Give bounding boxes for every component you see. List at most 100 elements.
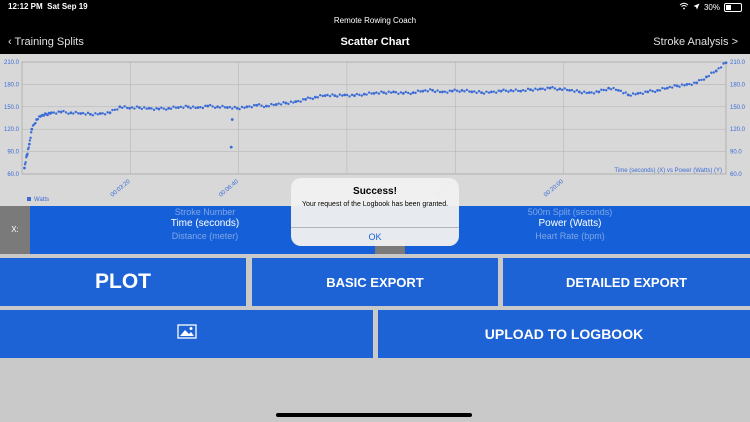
data-point	[328, 94, 332, 98]
data-point	[558, 87, 562, 91]
data-point	[274, 103, 278, 106]
data-point	[688, 82, 691, 86]
data-point	[370, 92, 373, 95]
data-point	[639, 91, 642, 95]
data-point	[143, 106, 146, 109]
data-point	[216, 105, 219, 109]
data-point	[277, 102, 280, 105]
y-tick-label-right: 150.0	[730, 105, 746, 111]
dialog-ok-button[interactable]: OK	[291, 227, 459, 246]
data-point	[121, 106, 124, 109]
chevron-right-icon: >	[731, 36, 738, 48]
data-point	[475, 91, 478, 95]
y-tick-label: 150.0	[4, 105, 20, 111]
data-point	[150, 107, 153, 110]
data-point	[685, 83, 689, 86]
data-point	[267, 105, 271, 108]
data-point	[595, 90, 598, 93]
data-point	[548, 86, 552, 90]
data-point	[287, 102, 290, 106]
home-indicator	[276, 413, 472, 417]
data-point	[309, 97, 312, 100]
data-point	[690, 83, 693, 87]
data-point	[590, 91, 593, 94]
data-point	[570, 88, 574, 92]
data-point	[409, 92, 412, 96]
data-point	[24, 161, 27, 164]
basic-export-button[interactable]: BASIC EXPORT	[252, 258, 498, 306]
data-point	[350, 93, 354, 97]
data-point	[487, 91, 491, 94]
data-point	[707, 74, 711, 78]
data-point	[177, 106, 180, 109]
data-point	[96, 113, 99, 116]
data-point	[629, 94, 632, 97]
data-point	[585, 91, 588, 95]
data-point	[495, 91, 498, 94]
data-point	[336, 95, 339, 98]
detailed-export-button[interactable]: DETAILED EXPORT	[503, 258, 750, 306]
data-point	[255, 103, 259, 107]
data-point	[29, 136, 32, 140]
data-point	[306, 96, 310, 99]
data-point	[372, 91, 376, 95]
y-tick-label: 120.0	[4, 127, 20, 133]
data-point	[353, 94, 356, 97]
data-point	[231, 107, 234, 110]
data-point	[663, 87, 667, 90]
data-point	[631, 92, 635, 95]
data-point	[228, 105, 231, 109]
data-point	[607, 86, 611, 90]
data-point	[49, 111, 53, 115]
data-point	[480, 91, 483, 95]
data-point	[401, 91, 405, 95]
data-point	[448, 89, 451, 92]
data-point	[514, 88, 517, 91]
data-point	[301, 98, 305, 101]
data-point	[453, 88, 456, 91]
upload-logbook-button[interactable]: UPLOAD TO LOGBOOK	[378, 310, 750, 358]
forward-button[interactable]: Stroke Analysis >	[653, 36, 738, 48]
data-point	[243, 106, 246, 109]
data-point	[568, 88, 571, 92]
data-point	[492, 90, 495, 93]
data-point	[279, 103, 283, 106]
status-right: 30%	[679, 2, 742, 12]
data-point	[394, 91, 398, 94]
y-tick-label-right: 120.0	[730, 127, 746, 133]
data-point	[333, 94, 337, 97]
data-point	[160, 106, 163, 109]
data-point	[209, 103, 212, 107]
data-point	[419, 90, 422, 93]
data-point	[341, 94, 344, 97]
data-point	[658, 89, 662, 92]
data-point	[404, 90, 407, 94]
data-point	[42, 114, 46, 117]
success-dialog: Success! Your request of the Logbook has…	[291, 178, 459, 246]
data-point	[348, 95, 351, 98]
data-point	[257, 103, 261, 106]
data-point	[700, 78, 703, 82]
data-point	[365, 93, 368, 96]
data-point	[101, 112, 104, 115]
data-point	[140, 107, 143, 111]
data-point	[125, 106, 129, 110]
data-point	[91, 114, 95, 117]
status-bar: 12:12 PM Sat Sep 19 30%	[0, 0, 750, 14]
image-export-button[interactable]	[0, 310, 373, 358]
data-point	[147, 106, 151, 110]
data-point	[36, 117, 40, 121]
data-point	[426, 90, 429, 93]
data-point	[517, 89, 520, 93]
data-point	[719, 66, 723, 69]
data-point	[649, 89, 652, 92]
data-point	[609, 88, 613, 91]
data-point	[270, 102, 273, 106]
app-name: Remote Rowing Coach	[333, 16, 417, 25]
plot-button[interactable]: PLOT	[0, 258, 246, 306]
data-points	[23, 61, 728, 170]
data-point	[485, 90, 488, 93]
data-point	[573, 90, 576, 93]
wifi-icon	[679, 2, 689, 12]
data-point	[155, 107, 158, 110]
